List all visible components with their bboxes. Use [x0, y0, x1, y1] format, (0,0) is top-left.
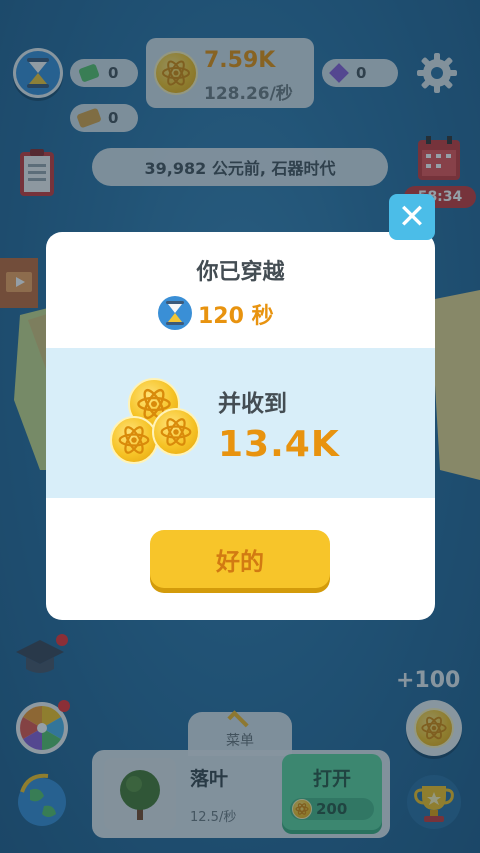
dialog-title: 你已穿越	[196, 260, 285, 285]
ok-button[interactable]: 好的	[150, 530, 330, 588]
atom-coin-icon	[152, 408, 200, 456]
hourglass-icon	[156, 294, 194, 332]
travel-time: 120 秒	[198, 304, 274, 329]
close-icon: ✕	[397, 197, 427, 237]
time-travel-dialog: 你已穿越 120 秒 并收到 13.4K 好的	[46, 232, 435, 620]
atom-coin-icon	[110, 416, 158, 464]
reward-band: 并收到 13.4K	[46, 348, 435, 498]
received-label: 并收到	[218, 391, 287, 417]
received-amount: 13.4K	[218, 424, 340, 465]
close-button[interactable]: ✕	[389, 194, 435, 240]
